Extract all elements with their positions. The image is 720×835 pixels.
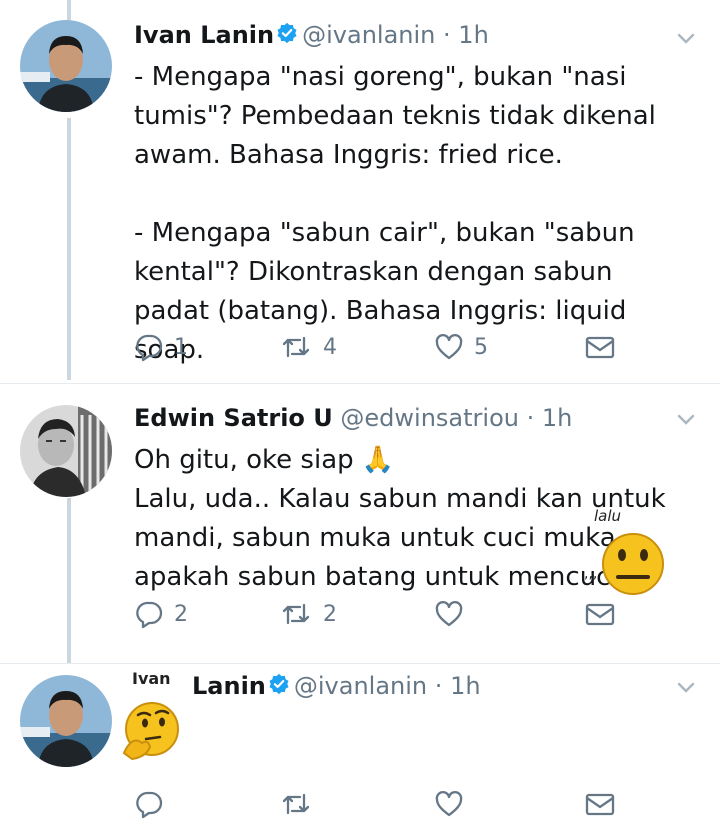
tweet-text: - Mengapa "nasi goreng", bukan "nasi tum… (134, 62, 656, 365)
tweet[interactable]: Ivan Lanin @ivanlanin · 1h - Mengapa "nas… (0, 0, 720, 383)
retweet-icon (279, 599, 313, 629)
thinking-face-sticker-icon (118, 699, 184, 769)
direct-message-button[interactable] (584, 330, 616, 364)
tweet[interactable]: Ivan Lanin @ivanlanin · 1h (0, 663, 720, 835)
display-name[interactable]: Ivan Lanin (134, 21, 274, 49)
avatar[interactable] (20, 20, 112, 112)
like-button[interactable] (434, 597, 464, 631)
neutral-face-sticker-icon (600, 531, 666, 601)
like-icon (434, 789, 464, 819)
retweet-button[interactable]: 2 (279, 597, 337, 631)
display-name[interactable]: Lanin (192, 672, 266, 700)
verified-badge-icon (276, 17, 298, 55)
separator-dot: · (434, 672, 443, 700)
like-button[interactable] (434, 787, 464, 821)
direct-message-icon (584, 333, 616, 361)
reply-count: 1 (174, 334, 188, 360)
tweet-actions: 1 4 5 (134, 330, 624, 364)
tweet[interactable]: Edwin Satrio U @edwinsatriou · 1h Oh git… (0, 383, 720, 663)
retweet-count: 4 (323, 334, 337, 360)
tweet-actions (134, 787, 624, 821)
handwritten-note: lalu (594, 507, 622, 525)
reply-count: 2 (174, 601, 188, 627)
reply-button[interactable]: 1 (134, 330, 188, 364)
tweet-header: Lanin @ivanlanin · 1h (192, 667, 670, 705)
user-handle[interactable]: @ivanlanin (294, 672, 427, 700)
like-icon (434, 599, 464, 629)
timestamp[interactable]: 1h (450, 672, 480, 700)
user-handle[interactable]: @edwinsatriou (340, 404, 519, 432)
direct-message-icon (584, 790, 616, 818)
caret-down-icon[interactable] (674, 407, 698, 431)
tweet-header: Edwin Satrio U @edwinsatriou · 1h (134, 399, 670, 437)
reply-button[interactable]: 2 (134, 597, 188, 631)
tweet-actions: 2 2 (134, 597, 624, 631)
display-name[interactable]: Edwin Satrio U (134, 404, 333, 432)
like-icon (434, 332, 464, 362)
separator-dot: · (443, 21, 451, 49)
direct-message-button[interactable] (584, 787, 616, 821)
timestamp[interactable]: 1h (458, 21, 488, 49)
reply-icon (134, 332, 164, 362)
timestamp[interactable]: 1h (542, 404, 572, 432)
handwritten-ellipsis: ,,, (584, 566, 598, 582)
reply-icon (134, 599, 164, 629)
retweet-count: 2 (323, 601, 337, 627)
retweet-icon (279, 332, 313, 362)
retweet-icon (279, 789, 313, 819)
avatar[interactable] (20, 405, 112, 497)
like-button[interactable]: 5 (434, 330, 488, 364)
separator-dot: · (526, 404, 535, 432)
user-handle[interactable]: @ivanlanin (302, 21, 435, 49)
retweet-button[interactable]: 4 (279, 330, 337, 364)
reply-button[interactable] (134, 787, 164, 821)
tweet-header: Ivan Lanin @ivanlanin · 1h (134, 16, 670, 54)
verified-badge-icon (268, 668, 290, 706)
caret-down-icon[interactable] (674, 675, 698, 699)
retweet-button[interactable] (279, 787, 313, 821)
handwritten-name-prefix: Ivan (132, 669, 171, 688)
direct-message-icon (584, 600, 616, 628)
like-count: 5 (474, 334, 488, 360)
avatar[interactable] (20, 675, 112, 767)
direct-message-button[interactable] (584, 597, 616, 631)
caret-down-icon[interactable] (674, 26, 698, 50)
reply-icon (134, 789, 164, 819)
